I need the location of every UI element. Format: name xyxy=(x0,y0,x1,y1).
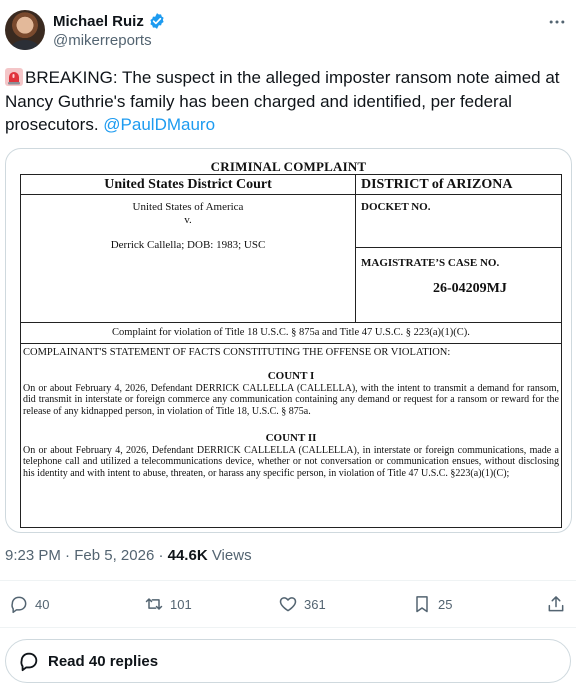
views-count: 44.6K xyxy=(167,547,208,564)
bookmark-button[interactable]: 25 xyxy=(412,594,452,614)
tweet-image[interactable]: CRIMINAL COMPLAINT United States Distric… xyxy=(5,148,572,533)
plaintiff: United States of America xyxy=(132,201,244,213)
complaint-line: Complaint for violation of Title 18 U.S.… xyxy=(112,327,470,338)
repost-count: 101 xyxy=(170,596,192,612)
mention-link[interactable]: @PaulDMauro xyxy=(103,115,215,134)
author-name[interactable]: Michael Ruiz xyxy=(53,13,144,30)
verified-badge-icon xyxy=(148,12,166,30)
court-name: United States District Court xyxy=(104,177,272,192)
author-handle[interactable]: @mikerreports xyxy=(53,32,152,49)
avatar[interactable] xyxy=(5,10,45,50)
district-name: DISTRICT of ARIZONA xyxy=(361,177,513,192)
reply-button[interactable]: 40 xyxy=(9,594,49,614)
bookmark-count: 25 xyxy=(438,596,453,612)
views-label: Views xyxy=(211,547,252,564)
action-bar: 40 101 361 25 xyxy=(0,594,576,618)
divider xyxy=(0,627,576,628)
count2-title: COUNT II xyxy=(265,432,317,444)
count2-text: On or about February 4, 2026, Defendant … xyxy=(23,445,559,479)
reply-icon xyxy=(11,596,27,614)
repost-icon xyxy=(145,598,163,610)
docket-label: DOCKET NO. xyxy=(361,201,431,213)
divider xyxy=(0,580,576,581)
like-button[interactable]: 361 xyxy=(278,594,326,614)
count1-title: COUNT I xyxy=(267,370,315,382)
speech-bubble-icon xyxy=(20,652,38,672)
meta-separator: · xyxy=(158,547,164,564)
share-icon xyxy=(548,596,564,612)
statement-heading: COMPLAINANT'S STATEMENT OF FACTS CONSTIT… xyxy=(23,347,451,358)
tweet-text: BREAKING: The suspect in the alleged imp… xyxy=(5,66,565,137)
tweet-header: Michael Ruiz @mikerreports xyxy=(5,10,571,54)
more-dots-icon[interactable] xyxy=(547,12,567,37)
share-button[interactable] xyxy=(546,594,566,614)
complaint-document: CRIMINAL COMPLAINT United States Distric… xyxy=(12,149,565,531)
versus: v. xyxy=(184,214,192,226)
tweet-date[interactable]: Feb 5, 2026 xyxy=(74,547,154,564)
doc-frame: United States District Court DISTRICT of… xyxy=(20,174,562,528)
repost-button[interactable]: 101 xyxy=(144,594,192,614)
read-replies-label: Read 40 replies xyxy=(48,652,159,670)
tweet-body: BREAKING: The suspect in the alleged imp… xyxy=(5,68,560,134)
magistrate-label: MAGISTRATE’S CASE NO. xyxy=(361,257,500,269)
reply-count: 40 xyxy=(35,596,50,612)
like-count: 361 xyxy=(304,596,326,612)
siren-emoji-icon xyxy=(5,68,23,86)
author-name-row[interactable]: Michael Ruiz xyxy=(53,12,166,30)
defendant: Derrick Callella; DOB: 1983; USC xyxy=(110,239,266,251)
meta-separator: · xyxy=(65,547,71,564)
tweet-meta: 9:23 PM · Feb 5, 2026 · 44.6K Views xyxy=(5,547,252,564)
tweet-time[interactable]: 9:23 PM xyxy=(5,547,61,564)
case-number: 26-04209MJ xyxy=(433,281,507,296)
bookmark-icon xyxy=(416,596,428,613)
count1-text: On or about February 4, 2026, Defendant … xyxy=(23,383,559,417)
doc-title: CRIMINAL COMPLAINT xyxy=(210,159,367,174)
read-replies-button[interactable]: Read 40 replies xyxy=(5,639,571,683)
heart-icon xyxy=(279,597,297,612)
